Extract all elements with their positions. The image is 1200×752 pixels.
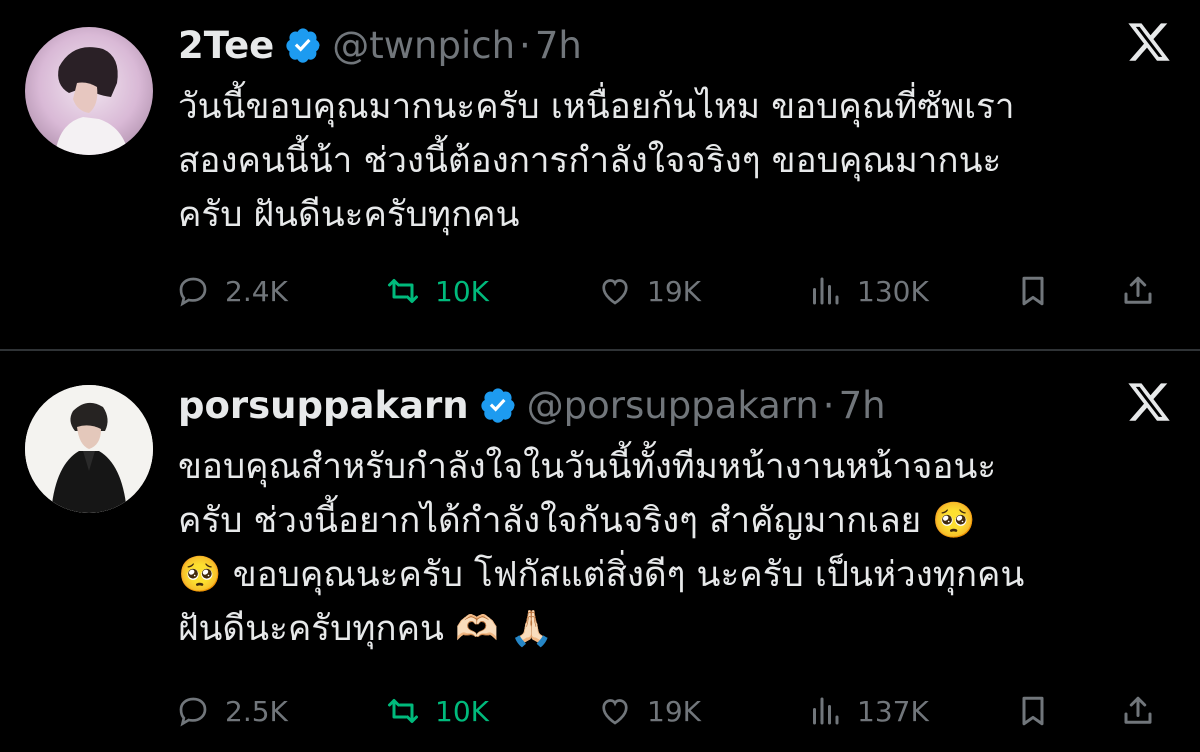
views-button[interactable]: 137K — [807, 686, 929, 736]
tweet-header: 2Tee @twnpich · 7h — [178, 20, 582, 70]
separator: · — [519, 23, 531, 67]
tweet-text-line: ครับ ช่วงนี้อยากได้กำลังใจกันจริงๆ สำคัญ… — [178, 501, 976, 541]
retweet-icon — [388, 699, 418, 723]
views-count: 130K — [857, 274, 929, 308]
retweet-count: 10K — [435, 274, 489, 308]
tweet-text: ขอบคุณสำหรับกำลังใจในวันนี้ทั้งทีมหน้างา… — [178, 440, 1178, 656]
retweet-count: 10K — [435, 694, 489, 728]
verified-badge-icon — [481, 388, 515, 423]
bookmark-icon — [1022, 696, 1044, 726]
reply-count: 2.5K — [225, 694, 288, 728]
bookmark-icon — [1022, 276, 1044, 306]
timestamp[interactable]: 7h — [839, 384, 886, 427]
like-count: 19K — [647, 274, 701, 308]
retweet-icon — [388, 279, 418, 303]
display-name[interactable]: 2Tee — [178, 24, 274, 67]
views-count: 137K — [857, 694, 929, 728]
tweet-text: วันนี้ขอบคุณมากนะครับ เหนื่อยกันไหม ขอบค… — [178, 80, 1178, 242]
x-logo-icon — [1128, 383, 1170, 421]
views-button[interactable]: 130K — [807, 266, 929, 316]
avatar[interactable] — [25, 27, 153, 155]
reply-icon — [179, 697, 207, 727]
like-icon — [602, 699, 628, 725]
like-count: 19K — [647, 694, 701, 728]
tweet-text-line: ขอบคุณสำหรับกำลังใจในวันนี้ทั้งทีมหน้างา… — [178, 447, 997, 487]
bookmark-button[interactable] — [1015, 266, 1065, 316]
retweet-button[interactable]: 10K — [385, 686, 489, 736]
tweet-text-line: สองคนนี้น้า ช่วงนี้ต้องการกำลังใจจริงๆ ข… — [178, 141, 1002, 181]
retweet-button[interactable]: 10K — [385, 266, 489, 316]
tweet-text-line: ครับ ฝันดีนะครับทุกคน — [178, 195, 520, 235]
share-button[interactable] — [1120, 686, 1170, 736]
handle[interactable]: @twnpich — [332, 24, 515, 67]
divider — [0, 349, 1200, 351]
like-button[interactable]: 19K — [597, 266, 701, 316]
share-icon — [1124, 276, 1152, 304]
tweet-actions: 2.5K 10K 19K 137K — [175, 686, 1175, 736]
tweet-text-line: ฝันดีนะครับทุกคน 🫶🏻 🙏🏻 — [178, 609, 554, 649]
verified-badge-icon — [286, 28, 320, 63]
x-logo-icon — [1128, 23, 1170, 61]
reply-button[interactable]: 2.5K — [175, 686, 288, 736]
share-button[interactable] — [1120, 266, 1170, 316]
tweet-1[interactable]: 2Tee @twnpich · 7h วันนี้ขอบคุณมากนะครับ… — [0, 0, 1200, 350]
display-name[interactable]: porsuppakarn — [178, 384, 469, 427]
timestamp[interactable]: 7h — [535, 24, 582, 67]
like-icon — [602, 279, 628, 305]
separator: · — [822, 383, 835, 427]
like-button[interactable]: 19K — [597, 686, 701, 736]
share-icon — [1124, 696, 1152, 724]
bookmark-button[interactable] — [1015, 686, 1065, 736]
tweet-text-line: 🥺 ขอบคุณนะครับ โฟกัสแต่สิ่งดีๆ นะครับ เป… — [178, 555, 1025, 595]
reply-count: 2.4K — [225, 274, 288, 308]
tweet-2[interactable]: porsuppakarn @porsuppakarn · 7h ขอบคุณสำ… — [0, 352, 1200, 752]
views-icon — [813, 277, 839, 305]
tweet-header: porsuppakarn @porsuppakarn · 7h — [178, 380, 886, 430]
reply-icon — [179, 277, 207, 307]
reply-button[interactable]: 2.4K — [175, 266, 288, 316]
tweet-text-line: วันนี้ขอบคุณมากนะครับ เหนื่อยกันไหม ขอบค… — [178, 87, 1015, 127]
avatar[interactable] — [25, 385, 153, 513]
tweet-actions: 2.4K 10K 19K 130K — [175, 266, 1175, 316]
views-icon — [813, 697, 839, 725]
handle[interactable]: @porsuppakarn — [527, 384, 819, 427]
